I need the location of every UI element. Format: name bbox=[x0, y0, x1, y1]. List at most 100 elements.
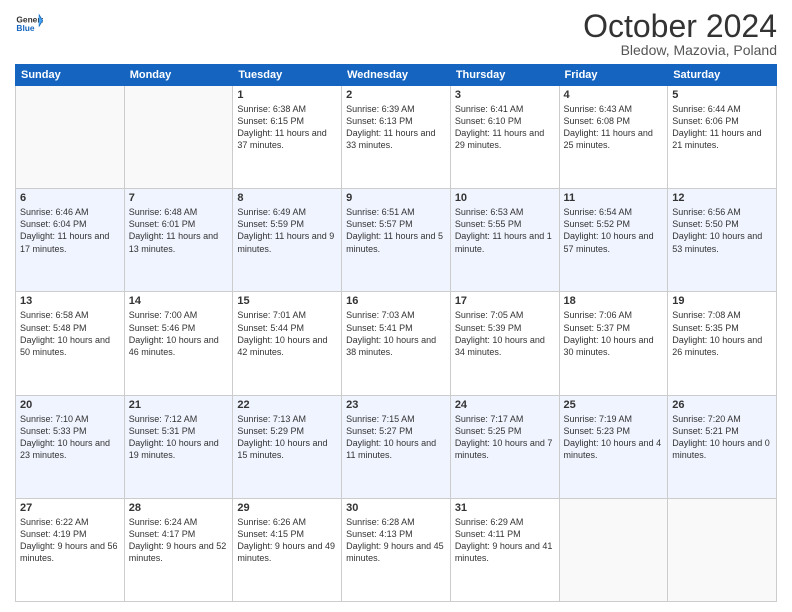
day-number: 11 bbox=[564, 192, 664, 204]
day-cell: 25 Sunrise: 7:19 AMSunset: 5:23 PMDayligh… bbox=[559, 395, 668, 498]
calendar: SundayMondayTuesdayWednesdayThursdayFrid… bbox=[15, 64, 777, 602]
weekday-saturday: Saturday bbox=[668, 65, 777, 86]
weekday-wednesday: Wednesday bbox=[342, 65, 451, 86]
title-block: October 2024 Bledow, Mazovia, Poland bbox=[583, 10, 777, 58]
weekday-friday: Friday bbox=[559, 65, 668, 86]
day-cell: 24 Sunrise: 7:17 AMSunset: 5:25 PMDayligh… bbox=[450, 395, 559, 498]
day-number: 3 bbox=[455, 89, 555, 101]
day-number: 4 bbox=[564, 89, 664, 101]
day-number: 27 bbox=[20, 502, 120, 514]
weekday-monday: Monday bbox=[124, 65, 233, 86]
day-cell: 30Sunrise: 6:28 AMSunset: 4:13 PMDayligh… bbox=[342, 498, 451, 601]
day-cell: 19Sunrise: 7:08 AMSunset: 5:35 PMDayligh… bbox=[668, 292, 777, 395]
day-cell bbox=[16, 86, 125, 189]
day-number: 29 bbox=[237, 502, 337, 514]
day-cell: 8 Sunrise: 6:49 AMSunset: 5:59 PMDaylight… bbox=[233, 189, 342, 292]
day-info: Sunrise: 7:17 AMSunset: 5:25 PMDaylight:… bbox=[455, 413, 555, 462]
day-number: 12 bbox=[672, 192, 772, 204]
day-cell: 29 Sunrise: 6:26 AMSunset: 4:15 PMDayligh… bbox=[233, 498, 342, 601]
day-cell: 4 Sunrise: 6:43 AMSunset: 6:08 PMDaylight… bbox=[559, 86, 668, 189]
day-number: 18 bbox=[564, 295, 664, 307]
week-row-5: 27 Sunrise: 6:22 AMSunset: 4:19 PMDayligh… bbox=[16, 498, 777, 601]
day-cell: 1 Sunrise: 6:38 AMSunset: 6:15 PMDaylight… bbox=[233, 86, 342, 189]
day-cell: 21Sunrise: 7:12 AMSunset: 5:31 PMDayligh… bbox=[124, 395, 233, 498]
day-cell: 12 Sunrise: 6:56 AMSunset: 5:50 PMDayligh… bbox=[668, 189, 777, 292]
day-cell: 13Sunrise: 6:58 AMSunset: 5:48 PMDayligh… bbox=[16, 292, 125, 395]
day-number: 6 bbox=[20, 192, 120, 204]
day-info: Sunrise: 6:24 AMSunset: 4:17 PMDaylight:… bbox=[129, 516, 229, 565]
day-number: 13 bbox=[20, 295, 120, 307]
day-info: Sunrise: 6:54 AMSunset: 5:52 PMDaylight:… bbox=[564, 206, 664, 255]
day-cell: 20 Sunrise: 7:10 AMSunset: 5:33 PMDayligh… bbox=[16, 395, 125, 498]
day-info: Sunrise: 6:29 AMSunset: 4:11 PMDaylight:… bbox=[455, 516, 555, 565]
day-cell: 31 Sunrise: 6:29 AMSunset: 4:11 PMDayligh… bbox=[450, 498, 559, 601]
day-info: Sunrise: 7:20 AMSunset: 5:21 PMDaylight:… bbox=[672, 413, 772, 462]
day-info: Sunrise: 7:19 AMSunset: 5:23 PMDaylight:… bbox=[564, 413, 664, 462]
day-info: Sunrise: 7:13 AMSunset: 5:29 PMDaylight:… bbox=[237, 413, 337, 462]
day-info: Sunrise: 6:56 AMSunset: 5:50 PMDaylight:… bbox=[672, 206, 772, 255]
day-cell bbox=[668, 498, 777, 601]
day-info: Sunrise: 6:26 AMSunset: 4:15 PMDaylight:… bbox=[237, 516, 337, 565]
calendar-header: SundayMondayTuesdayWednesdayThursdayFrid… bbox=[16, 65, 777, 86]
weekday-sunday: Sunday bbox=[16, 65, 125, 86]
weekday-thursday: Thursday bbox=[450, 65, 559, 86]
day-cell: 16Sunrise: 7:03 AMSunset: 5:41 PMDayligh… bbox=[342, 292, 451, 395]
day-cell: 3 Sunrise: 6:41 AMSunset: 6:10 PMDaylight… bbox=[450, 86, 559, 189]
day-cell: 14 Sunrise: 7:00 AMSunset: 5:46 PMDayligh… bbox=[124, 292, 233, 395]
day-cell: 23 Sunrise: 7:15 AMSunset: 5:27 PMDayligh… bbox=[342, 395, 451, 498]
logo: General Blue bbox=[15, 10, 43, 38]
day-number: 14 bbox=[129, 295, 229, 307]
day-number: 23 bbox=[346, 399, 446, 411]
week-row-3: 13Sunrise: 6:58 AMSunset: 5:48 PMDayligh… bbox=[16, 292, 777, 395]
day-cell bbox=[559, 498, 668, 601]
day-cell: 6 Sunrise: 6:46 AMSunset: 6:04 PMDaylight… bbox=[16, 189, 125, 292]
day-info: Sunrise: 7:15 AMSunset: 5:27 PMDaylight:… bbox=[346, 413, 446, 462]
day-number: 31 bbox=[455, 502, 555, 514]
day-info: Sunrise: 6:46 AMSunset: 6:04 PMDaylight:… bbox=[20, 206, 120, 255]
day-info: Sunrise: 7:06 AMSunset: 5:37 PMDaylight:… bbox=[564, 309, 664, 358]
day-number: 25 bbox=[564, 399, 664, 411]
page: General Blue October 2024 Bledow, Mazovi… bbox=[0, 0, 792, 612]
day-info: Sunrise: 6:43 AMSunset: 6:08 PMDaylight:… bbox=[564, 103, 664, 152]
day-info: Sunrise: 6:41 AMSunset: 6:10 PMDaylight:… bbox=[455, 103, 555, 152]
day-info: Sunrise: 7:10 AMSunset: 5:33 PMDaylight:… bbox=[20, 413, 120, 462]
day-cell: 2Sunrise: 6:39 AMSunset: 6:13 PMDaylight… bbox=[342, 86, 451, 189]
day-number: 20 bbox=[20, 399, 120, 411]
day-cell bbox=[124, 86, 233, 189]
calendar-body: 1 Sunrise: 6:38 AMSunset: 6:15 PMDaylight… bbox=[16, 86, 777, 602]
day-number: 17 bbox=[455, 295, 555, 307]
day-info: Sunrise: 6:22 AMSunset: 4:19 PMDaylight:… bbox=[20, 516, 120, 565]
day-cell: 10Sunrise: 6:53 AMSunset: 5:55 PMDayligh… bbox=[450, 189, 559, 292]
logo-icon: General Blue bbox=[15, 10, 43, 38]
day-info: Sunrise: 6:49 AMSunset: 5:59 PMDaylight:… bbox=[237, 206, 337, 255]
day-number: 24 bbox=[455, 399, 555, 411]
day-number: 1 bbox=[237, 89, 337, 101]
week-row-2: 6 Sunrise: 6:46 AMSunset: 6:04 PMDaylight… bbox=[16, 189, 777, 292]
day-cell: 7Sunrise: 6:48 AMSunset: 6:01 PMDaylight… bbox=[124, 189, 233, 292]
day-info: Sunrise: 7:00 AMSunset: 5:46 PMDaylight:… bbox=[129, 309, 229, 358]
day-cell: 9 Sunrise: 6:51 AMSunset: 5:57 PMDaylight… bbox=[342, 189, 451, 292]
day-info: Sunrise: 6:44 AMSunset: 6:06 PMDaylight:… bbox=[672, 103, 772, 152]
day-info: Sunrise: 7:12 AMSunset: 5:31 PMDaylight:… bbox=[129, 413, 229, 462]
day-number: 22 bbox=[237, 399, 337, 411]
day-cell: 27 Sunrise: 6:22 AMSunset: 4:19 PMDayligh… bbox=[16, 498, 125, 601]
day-info: Sunrise: 6:28 AMSunset: 4:13 PMDaylight:… bbox=[346, 516, 446, 565]
day-number: 10 bbox=[455, 192, 555, 204]
day-cell: 17Sunrise: 7:05 AMSunset: 5:39 PMDayligh… bbox=[450, 292, 559, 395]
day-number: 8 bbox=[237, 192, 337, 204]
day-info: Sunrise: 6:38 AMSunset: 6:15 PMDaylight:… bbox=[237, 103, 337, 152]
svg-text:Blue: Blue bbox=[16, 23, 34, 33]
month-title: October 2024 bbox=[583, 10, 777, 42]
day-number: 26 bbox=[672, 399, 772, 411]
day-info: Sunrise: 6:51 AMSunset: 5:57 PMDaylight:… bbox=[346, 206, 446, 255]
day-number: 9 bbox=[346, 192, 446, 204]
day-cell: 5 Sunrise: 6:44 AMSunset: 6:06 PMDaylight… bbox=[668, 86, 777, 189]
day-info: Sunrise: 7:01 AMSunset: 5:44 PMDaylight:… bbox=[237, 309, 337, 358]
day-info: Sunrise: 6:39 AMSunset: 6:13 PMDaylight:… bbox=[346, 103, 446, 152]
day-info: Sunrise: 6:48 AMSunset: 6:01 PMDaylight:… bbox=[129, 206, 229, 255]
day-number: 15 bbox=[237, 295, 337, 307]
day-cell: 22 Sunrise: 7:13 AMSunset: 5:29 PMDayligh… bbox=[233, 395, 342, 498]
day-number: 5 bbox=[672, 89, 772, 101]
location-subtitle: Bledow, Mazovia, Poland bbox=[583, 42, 777, 58]
day-cell: 26 Sunrise: 7:20 AMSunset: 5:21 PMDayligh… bbox=[668, 395, 777, 498]
